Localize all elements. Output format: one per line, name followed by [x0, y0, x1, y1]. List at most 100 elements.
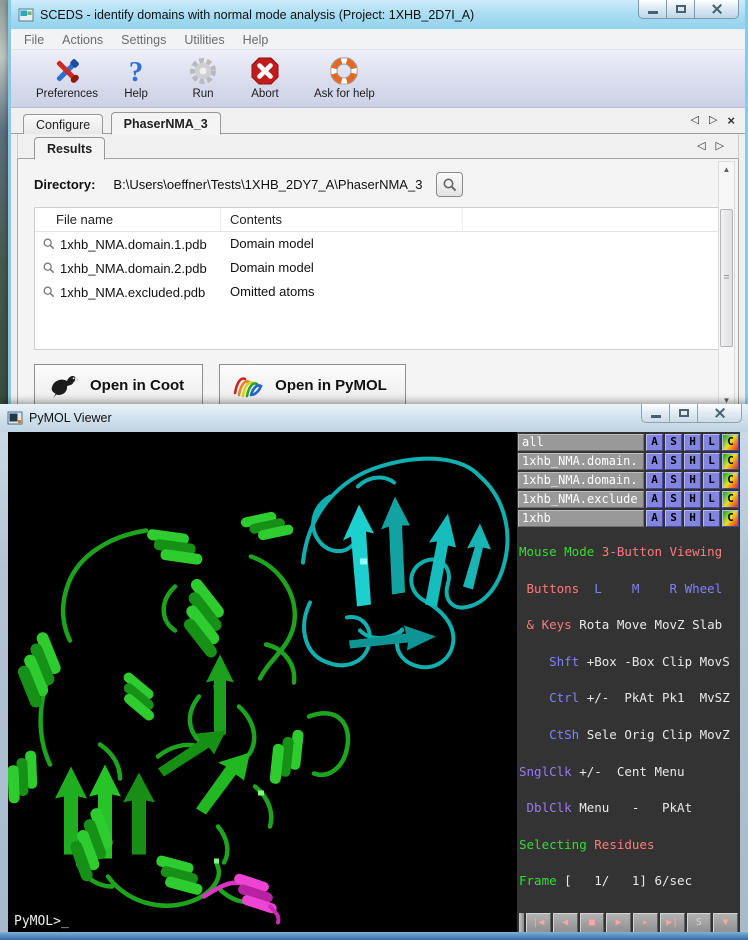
scrollbar-thumb[interactable] — [720, 209, 733, 347]
ask-for-help-button[interactable]: Ask for help — [301, 54, 388, 101]
tab-configure[interactable]: Configure — [23, 114, 103, 135]
mouse-snglclk-line: SnglClk +/- Cent Menu — [519, 766, 740, 778]
pymol-app-icon — [7, 410, 23, 426]
action-menu-button[interactable]: A — [646, 434, 663, 451]
table-row[interactable]: 1xhb_NMA.domain.1.pdb Domain model — [35, 232, 719, 256]
menu-help[interactable]: Help — [234, 31, 278, 49]
tab-prev-icon[interactable]: ◁ — [690, 115, 698, 126]
help-button[interactable]: ? Help — [111, 54, 161, 101]
open-in-coot-button[interactable]: Open in Coot — [34, 364, 203, 407]
results-scrollbar[interactable]: ▲ ▼ — [718, 161, 735, 409]
preferences-label: Preferences — [36, 88, 98, 100]
header-contents: Contents — [230, 212, 282, 227]
stop-button[interactable]: ■ — [580, 913, 605, 934]
scene-button[interactable]: S — [687, 913, 712, 934]
magnifier-icon — [442, 177, 458, 193]
tab-phasernma3[interactable]: PhaserNMA_3 — [111, 112, 221, 135]
color-menu-button[interactable]: C — [722, 453, 739, 470]
table-row[interactable]: 1xhb_NMA.excluded.pdb Omitted atoms — [35, 280, 719, 304]
minimize-button[interactable] — [638, 0, 667, 19]
sceds-window-title: SCEDS - identify domains with normal mod… — [40, 8, 474, 22]
mouse-buttons-line: Buttons L M R Wheel — [519, 583, 740, 595]
label-menu-button[interactable]: L — [703, 491, 720, 508]
action-menu-button[interactable]: A — [646, 491, 663, 508]
action-menu-button[interactable]: A — [646, 453, 663, 470]
ask-for-help-label: Ask for help — [314, 88, 375, 100]
menu-file[interactable]: File — [15, 31, 53, 49]
action-menu-button[interactable]: A — [646, 472, 663, 489]
object-name-domain2[interactable]: 1xhb_NMA.domain. — [518, 472, 644, 489]
menu-utilities[interactable]: Utilities — [175, 31, 233, 49]
open-in-pymol-button[interactable]: Open in PyMOL — [219, 364, 406, 407]
play-button[interactable]: ▶ — [606, 913, 631, 934]
preferences-button[interactable]: Preferences — [23, 54, 111, 101]
results-panel: Directory: B:\Users\oeffner\Tests\1XHB_2… — [17, 159, 739, 411]
show-menu-button[interactable]: S — [665, 434, 682, 451]
directory-row: Directory: B:\Users\oeffner\Tests\1XHB_2… — [18, 159, 738, 197]
pymol-command-prompt[interactable]: PyMOL>_ — [14, 914, 69, 929]
tab-next-icon[interactable]: ▷ — [709, 115, 717, 126]
step-forward-button[interactable]: ▸ — [633, 913, 658, 934]
table-row[interactable]: 1xhb_NMA.domain.2.pdb Domain model — [35, 256, 719, 280]
hide-menu-button[interactable]: H — [684, 491, 701, 508]
maximize-button[interactable] — [666, 0, 695, 19]
directory-label: Directory: — [34, 177, 95, 192]
abort-button[interactable]: Abort — [237, 54, 293, 101]
minimize-button[interactable] — [641, 404, 670, 423]
results-next-icon[interactable]: ▷ — [716, 141, 724, 152]
gear-icon — [188, 56, 218, 86]
hide-menu-button[interactable]: H — [684, 434, 701, 451]
color-menu-button[interactable]: C — [722, 491, 739, 508]
panel-grip[interactable] — [519, 913, 524, 934]
object-name-excluded[interactable]: 1xhb_NMA.exclude — [518, 491, 644, 508]
magnifier-icon — [42, 261, 56, 275]
results-prev-icon[interactable]: ◁ — [697, 141, 705, 152]
magnifier-icon — [42, 285, 56, 299]
sceds-toolbar: Preferences ? Help Run Abort — [11, 50, 745, 108]
scroll-up-icon[interactable]: ▲ — [719, 162, 734, 177]
mouse-mode-line: Mouse Mode 3-Button Viewing — [519, 546, 740, 558]
label-menu-button[interactable]: L — [703, 453, 720, 470]
sceds-titlebar[interactable]: SCEDS - identify domains with normal mod… — [11, 0, 745, 29]
browse-directory-button[interactable] — [436, 172, 463, 197]
file-table-header: File name Contents — [35, 208, 719, 232]
object-name-all[interactable]: all — [518, 434, 644, 451]
hide-menu-button[interactable]: H — [684, 453, 701, 470]
label-menu-button[interactable]: L — [703, 472, 720, 489]
skip-end-button[interactable]: ▶| — [660, 913, 685, 934]
mouse-shft-line: Shft +Box -Box Clip MovS — [519, 656, 740, 668]
collapse-panel-button[interactable]: ▼ — [713, 913, 738, 934]
object-name-domain1[interactable]: 1xhb_NMA.domain. — [518, 453, 644, 470]
step-back-button[interactable]: ◀ — [553, 913, 578, 934]
close-icon — [711, 4, 723, 14]
coot-bird-icon — [45, 372, 81, 399]
close-button[interactable] — [697, 404, 742, 423]
close-button[interactable] — [694, 0, 739, 19]
color-menu-button[interactable]: C — [722, 472, 739, 489]
sceds-menubar: File Actions Settings Utilities Help — [11, 29, 745, 50]
pymol-viewport[interactable]: all A S H L C 1xhb_NMA.domain. A S H L C… — [8, 432, 740, 936]
label-menu-button[interactable]: L — [703, 434, 720, 451]
abort-label: Abort — [251, 88, 279, 100]
frame-line: Frame [ 1/ 1] 6/sec — [519, 875, 740, 887]
color-menu-button[interactable]: C — [722, 434, 739, 451]
maximize-button[interactable] — [669, 404, 698, 423]
tab-close-icon[interactable]: × — [727, 115, 735, 126]
run-label: Run — [192, 88, 213, 100]
run-button[interactable]: Run — [175, 54, 231, 101]
menu-actions[interactable]: Actions — [53, 31, 112, 49]
rewind-start-button[interactable]: |◀ — [526, 913, 551, 934]
pymol-titlebar[interactable]: PyMOL Viewer — [0, 404, 748, 432]
maximize-icon — [679, 409, 689, 417]
hide-menu-button[interactable]: H — [684, 472, 701, 489]
pymol-right-panel: all A S H L C 1xhb_NMA.domain. A S H L C… — [517, 432, 740, 936]
magnifier-icon — [42, 237, 56, 251]
minimize-icon — [648, 11, 658, 14]
show-menu-button[interactable]: S — [665, 453, 682, 470]
show-menu-button[interactable]: S — [665, 472, 682, 489]
tab-results[interactable]: Results — [34, 137, 105, 160]
open-in-pymol-label: Open in PyMOL — [275, 377, 387, 394]
pymol-window: PyMOL Viewer — [0, 404, 748, 940]
menu-settings[interactable]: Settings — [112, 31, 175, 49]
show-menu-button[interactable]: S — [665, 491, 682, 508]
